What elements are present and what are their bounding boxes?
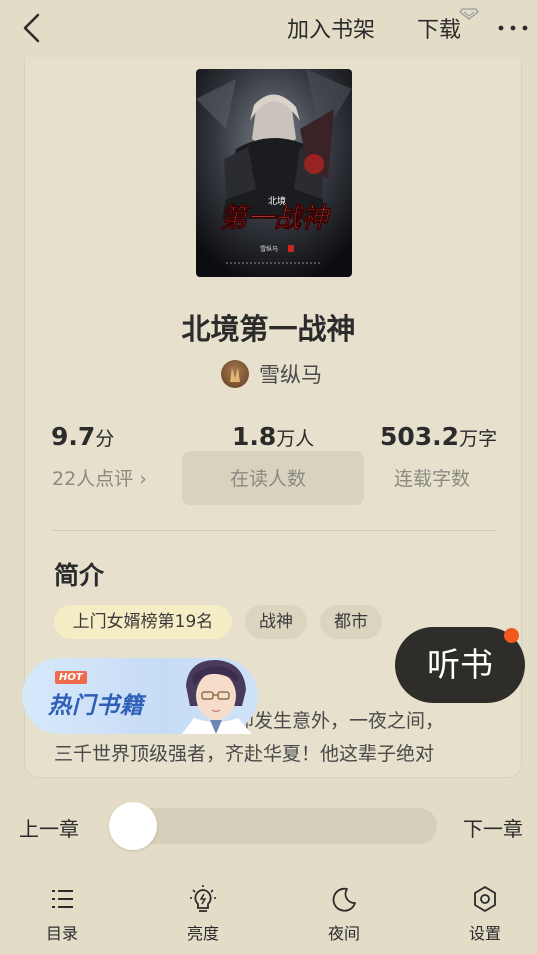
tab-label: 设置 xyxy=(468,924,501,943)
author-row[interactable]: 雪纵马 xyxy=(221,358,322,390)
download-button[interactable]: 下载 xyxy=(417,12,461,44)
cover-author: 雪纵马 xyxy=(260,245,278,253)
genre-tag[interactable]: 都市 xyxy=(320,605,382,639)
character-illustration xyxy=(182,660,252,734)
word-count-value: 503.2 xyxy=(380,422,460,451)
tab-label: 亮度 xyxy=(186,924,219,943)
add-to-shelf-button[interactable]: 加入书架 xyxy=(287,12,375,44)
tab-brightness[interactable]: 亮度 xyxy=(173,884,233,944)
hot-books-banner[interactable]: HOT 热门书籍 xyxy=(22,658,258,734)
word-count-unit: 万字 xyxy=(459,428,498,450)
readers-stat: 1.8万人 xyxy=(232,422,314,451)
intro-heading: 简介 xyxy=(54,561,105,590)
book-cover[interactable]: 北境 第一战神 雪纵马 xyxy=(196,69,352,277)
tab-label: 夜间 xyxy=(327,924,360,943)
cover-big-title: 第一战神 xyxy=(220,203,332,234)
readers-label: 在读人数 xyxy=(230,468,307,490)
word-count-stat: 503.2万字 xyxy=(380,422,497,451)
divider xyxy=(52,530,496,531)
reviews-link[interactable]: 22人点评 › xyxy=(52,464,147,491)
chapter-progress-slider[interactable] xyxy=(112,808,437,844)
moon-icon xyxy=(332,887,356,912)
back-arrow-icon[interactable] xyxy=(18,12,48,44)
rank-tag[interactable]: 上门女婿榜第19名 xyxy=(54,605,232,639)
banner-title: 热门书籍 xyxy=(48,693,144,719)
tab-label: 目录 xyxy=(45,924,78,943)
list-icon xyxy=(52,890,73,908)
readers-value: 1.8 xyxy=(232,422,277,451)
notification-dot xyxy=(504,628,519,643)
rating-value: 9.7 xyxy=(51,422,96,451)
author-name: 雪纵马 xyxy=(259,363,322,387)
tab-settings[interactable]: 设置 xyxy=(455,884,515,944)
diamond-vip-icon xyxy=(459,8,479,20)
author-avatar xyxy=(221,360,249,388)
book-title: 北境第一战神 xyxy=(181,312,356,346)
next-chapter-button[interactable]: 下一章 xyxy=(463,813,523,842)
word-count-label: 连载字数 xyxy=(394,468,471,490)
synopsis-line: 三千世界顶级强者，齐赴华夏！他这辈子绝对 xyxy=(54,743,435,765)
tab-night[interactable]: 夜间 xyxy=(314,884,374,944)
synopsis-line: 却发生意外，一夜之间， xyxy=(235,710,445,732)
readers-unit: 万人 xyxy=(276,428,315,450)
more-options-icon[interactable] xyxy=(496,16,530,40)
bulb-icon xyxy=(190,885,216,912)
hot-badge: HOT xyxy=(55,671,87,684)
tab-catalog[interactable]: 目录 xyxy=(32,884,92,944)
top-bar: 加入书架 下载 xyxy=(0,0,537,56)
rating-stat: 9.7分 xyxy=(51,422,114,451)
rating-unit: 分 xyxy=(95,428,115,450)
hexagon-settings-icon xyxy=(474,886,496,912)
slider-thumb[interactable] xyxy=(109,802,157,850)
prev-chapter-button[interactable]: 上一章 xyxy=(19,813,79,842)
genre-tag[interactable]: 战神 xyxy=(245,605,307,639)
